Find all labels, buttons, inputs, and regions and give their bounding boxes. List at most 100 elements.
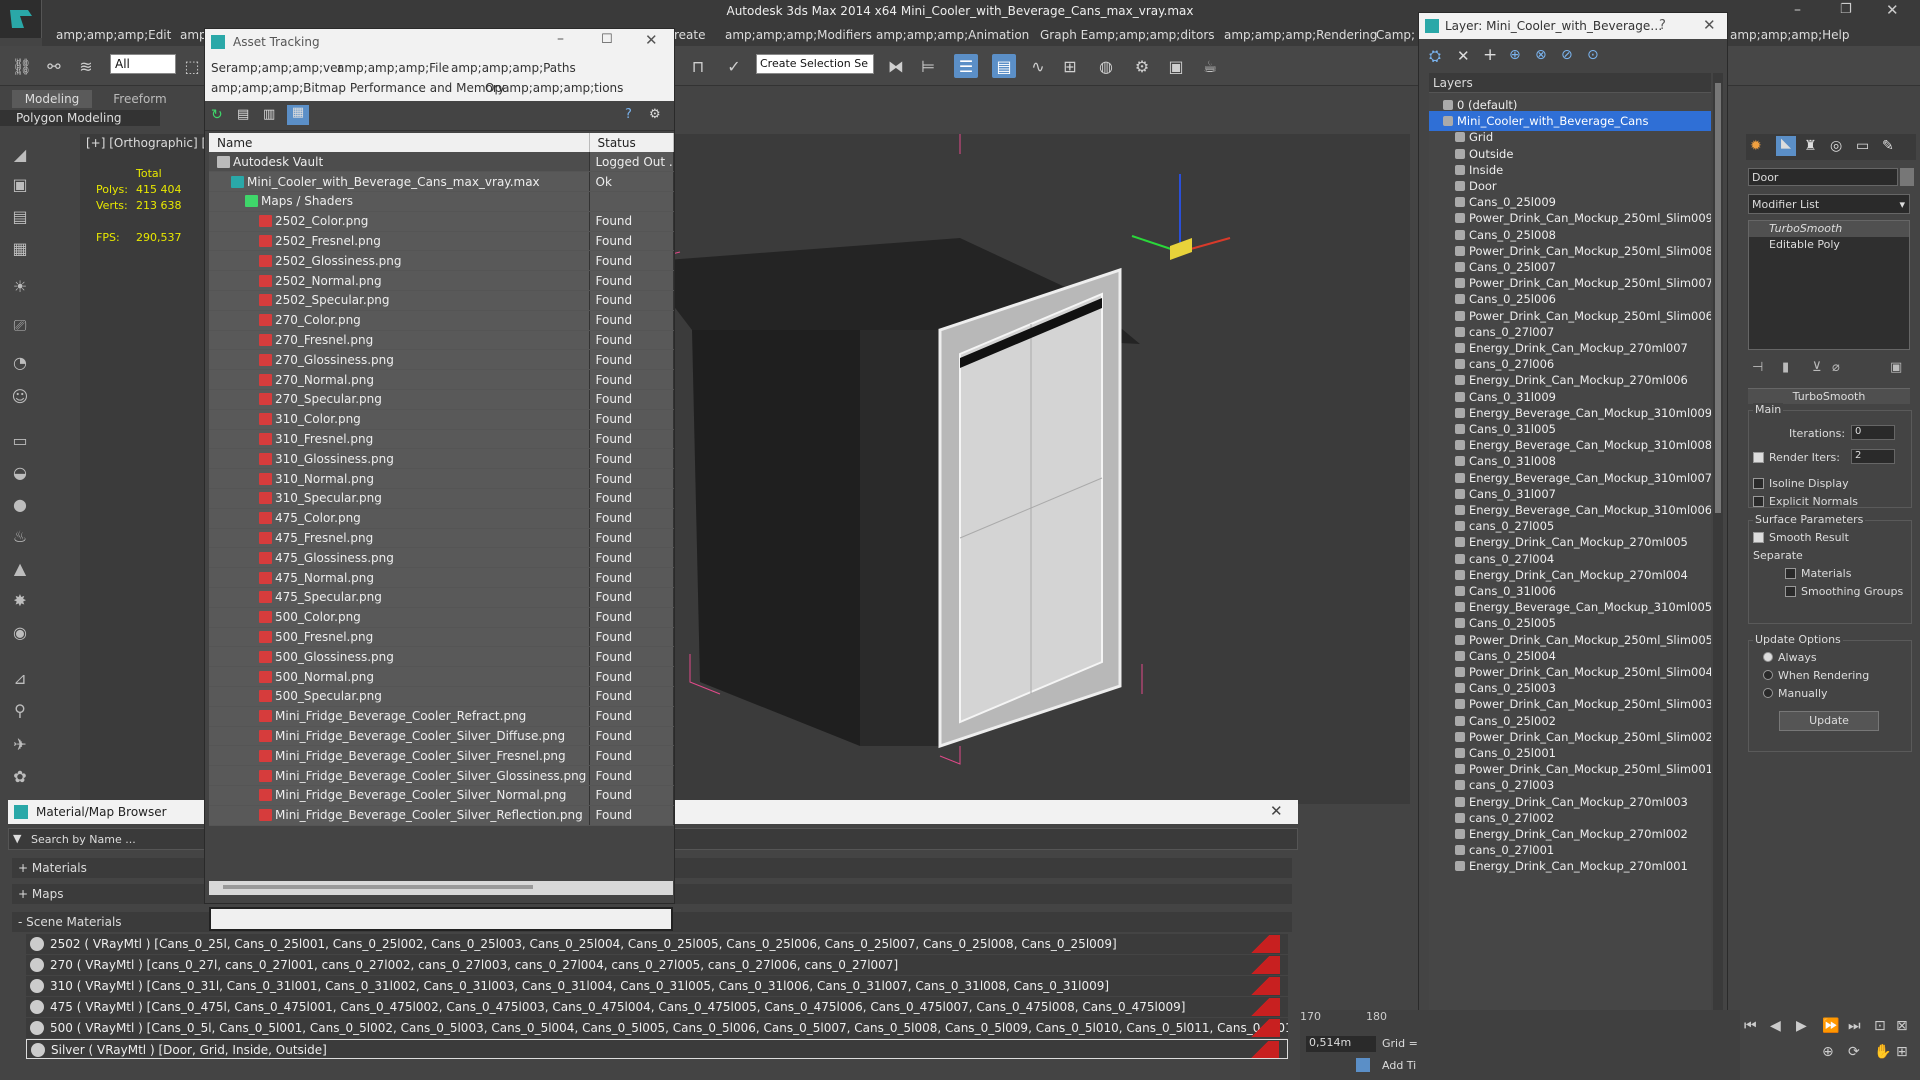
render-iters-spinner[interactable]: 2 xyxy=(1851,449,1895,464)
materials-checkbox[interactable] xyxy=(1785,568,1796,579)
render-icon[interactable]: ☕ xyxy=(1198,54,1222,78)
minimize-icon[interactable]: – xyxy=(557,31,564,47)
asset-row[interactable]: Mini_Fridge_Beverage_Cooler_Silver_Diffu… xyxy=(209,726,674,747)
help-icon[interactable]: ? xyxy=(1659,18,1666,33)
pan-icon[interactable]: ✋ xyxy=(1874,1044,1891,1060)
cone-icon[interactable]: ◒ xyxy=(8,460,32,484)
asset-row[interactable]: Mini_Fridge_Beverage_Cooler_Silver_Refle… xyxy=(209,805,674,826)
isoline-checkbox[interactable] xyxy=(1753,478,1764,489)
tab-freeform[interactable]: Freeform xyxy=(100,90,180,108)
tab-modeling[interactable]: Modeling xyxy=(12,90,92,108)
column-status[interactable]: Status xyxy=(589,133,674,152)
asset-row[interactable]: 270_Normal.png Found xyxy=(209,369,674,391)
create-icon[interactable]: ◢ xyxy=(8,142,32,166)
asset-row[interactable]: Mini_Fridge_Beverage_Cooler_Silver_Norma… xyxy=(209,785,674,806)
layer-manager-icon[interactable]: ☰ xyxy=(954,54,978,78)
scrollbar-thumb[interactable] xyxy=(223,885,533,889)
asset-row[interactable]: Mini_Cooler_with_Beverage_Cans_max_vray.… xyxy=(209,171,674,193)
video-icon[interactable]: ⎚ xyxy=(8,314,32,338)
dynamics-icon[interactable]: ⚲ xyxy=(8,698,32,722)
menu-animation[interactable]: amp;amp;amp;Animation xyxy=(876,28,1029,42)
asset-menu-file[interactable]: amp;amp;amp;File xyxy=(337,61,449,75)
help-icon[interactable]: ? xyxy=(625,107,632,122)
smooth-result-checkbox[interactable] xyxy=(1753,532,1764,543)
list-icon[interactable]: ▤ xyxy=(8,204,32,228)
asset-row[interactable]: Mini_Fridge_Beverage_Cooler_Silver_Fresn… xyxy=(209,745,674,767)
pin-stack-icon[interactable]: ⊣ xyxy=(1752,360,1763,375)
menu-create[interactable]: reate xyxy=(674,28,706,42)
asset-row[interactable]: 475_Specular.png Found xyxy=(209,587,674,608)
close-icon[interactable]: ✕ xyxy=(1270,802,1283,820)
material-row-310[interactable]: 310 ( VRayMtl ) [Cans_0_31l, Cans_0_31l0… xyxy=(26,976,1288,996)
asset-menu-paths[interactable]: amp;amp;amp;Paths xyxy=(451,61,576,75)
menu-help[interactable]: amp;amp;amp;Help xyxy=(1730,28,1849,42)
asset-row[interactable]: Mini_Fridge_Beverage_Cooler_Silver_Gloss… xyxy=(209,765,674,786)
tree-view-icon[interactable]: ▥ xyxy=(263,107,275,122)
curve-editor-icon[interactable]: ∿ xyxy=(1026,54,1050,78)
rendered-frame-icon[interactable]: ▣ xyxy=(1164,54,1188,78)
asset-row[interactable]: 500_Specular.png Found xyxy=(209,686,674,707)
minimize-icon[interactable]: – xyxy=(1794,2,1801,18)
zoom-icon[interactable]: ⊕ xyxy=(1822,1044,1834,1060)
object-name-field[interactable]: Door xyxy=(1748,168,1898,186)
viewport-label[interactable]: [+] [Orthographic] [Re xyxy=(86,136,221,150)
render-iters-checkbox[interactable] xyxy=(1753,452,1764,463)
explicit-normals-row[interactable]: Explicit Normals xyxy=(1753,495,1858,508)
show-end-result-icon[interactable]: ▮ xyxy=(1782,360,1789,375)
asset-row[interactable]: 2502_Specular.png Found xyxy=(209,290,674,311)
field-of-view-icon[interactable]: ⊠ xyxy=(1896,1018,1908,1034)
maximize-icon[interactable]: ☐ xyxy=(601,32,613,47)
stack-item-editable-poly[interactable]: Editable Poly xyxy=(1749,237,1909,253)
configure-sets-icon[interactable]: ▣ xyxy=(1890,360,1902,375)
asset-row[interactable]: 500_Color.png Found xyxy=(209,607,674,628)
asset-row[interactable]: 310_Specular.png Found xyxy=(209,488,674,509)
isoline-row[interactable]: Isoline Display xyxy=(1753,477,1849,490)
new-layer-icon[interactable]: + xyxy=(1483,45,1497,65)
highlight-layer-icon[interactable]: ⊘ xyxy=(1561,47,1573,63)
manually-row[interactable]: Manually xyxy=(1763,687,1828,700)
layer-tool-icon[interactable]: ⛭ xyxy=(1429,47,1441,65)
orbit-icon[interactable]: ⟳ xyxy=(1848,1044,1860,1060)
render-setup-icon[interactable]: ⚙ xyxy=(1130,54,1154,78)
hierarchy-tab-icon[interactable]: ♜ xyxy=(1804,138,1817,154)
light-icon[interactable]: ☀ xyxy=(8,274,32,298)
asset-row[interactable]: 270_Glossiness.png Found xyxy=(209,349,674,371)
play-icon[interactable]: ▶ xyxy=(1796,1018,1807,1034)
box-icon[interactable]: ▭ xyxy=(8,428,32,452)
asset-menu-bitmap[interactable]: amp;amp;amp;Bitmap Performance and Memor… xyxy=(211,81,505,95)
schematic-view-icon[interactable]: ⊞ xyxy=(1058,54,1082,78)
material-search-input[interactable]: Search by Name ... xyxy=(31,833,136,846)
delete-layer-icon[interactable]: ✕ xyxy=(1457,47,1470,65)
when-rendering-row[interactable]: When Rendering xyxy=(1763,669,1869,682)
grid-icon[interactable]: ▦ xyxy=(8,236,32,260)
teapot-icon[interactable]: ♨ xyxy=(8,524,32,548)
asset-row[interactable]: 475_Fresnel.png Found xyxy=(209,528,674,549)
asset-menu-options[interactable]: Opamp;amp;amp;tions xyxy=(485,81,623,95)
settings-icon[interactable]: ⚙ xyxy=(649,107,661,122)
create-tab-icon[interactable]: ✹ xyxy=(1750,138,1762,154)
asset-row[interactable]: 2502_Color.png Found xyxy=(209,211,674,232)
menu-customize[interactable]: Camp; xyxy=(1376,28,1415,42)
asset-row[interactable]: 270_Specular.png Found xyxy=(209,389,674,410)
layer-item[interactable]: Energy_Drink_Can_Mockup_270ml001 xyxy=(1429,856,1711,876)
make-unique-icon[interactable]: ⊻ xyxy=(1812,360,1822,375)
material-row-2502[interactable]: 2502 ( VRayMtl ) [Cans_0_25l, Cans_0_25l… xyxy=(26,934,1288,954)
snap-toggle-icon[interactable]: ⊓ xyxy=(686,54,710,78)
menu-rendering[interactable]: amp;amp;amp;Rendering xyxy=(1224,28,1377,42)
smooth-result-row[interactable]: Smooth Result xyxy=(1753,531,1849,544)
scrollbar-thumb[interactable] xyxy=(1715,83,1721,513)
named-selection-set-input[interactable]: Create Selection Se xyxy=(756,54,874,74)
select-object-icon[interactable]: ⬚ xyxy=(180,54,204,78)
material-row-270[interactable]: 270 ( VRayMtl ) [cans_0_27l, cans_0_27l0… xyxy=(26,955,1288,975)
close-icon[interactable]: ✕ xyxy=(1703,16,1716,34)
asset-row[interactable]: 475_Normal.png Found xyxy=(209,567,674,589)
selection-filter-dropdown[interactable]: All xyxy=(110,54,176,74)
helper-icon[interactable]: ⊿ xyxy=(8,666,32,690)
asset-row[interactable]: 2502_Normal.png Found xyxy=(209,270,674,292)
asset-row[interactable]: Autodesk Vault Logged Out ... xyxy=(209,152,674,173)
update-button[interactable]: Update xyxy=(1779,711,1879,731)
mirror-icon[interactable]: ⧓ xyxy=(884,54,908,78)
asset-row[interactable]: 475_Color.png Found xyxy=(209,508,674,529)
hide-all-icon[interactable]: ⊙ xyxy=(1587,47,1599,63)
app-menu-button[interactable] xyxy=(0,0,42,38)
